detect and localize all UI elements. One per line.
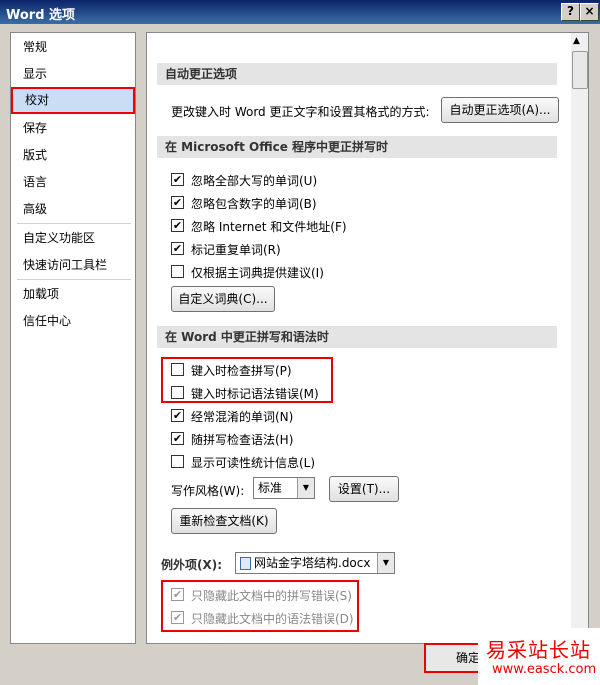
checkbox-ignore-internet[interactable]: ✔ [171, 219, 184, 232]
option-confused-words: 经常混淆的单词(N) [191, 410, 294, 424]
sidebar-item-display[interactable]: 显示 [11, 62, 135, 86]
option-grammar-with-spelling: 随拼写检查语法(H) [191, 433, 294, 447]
checkbox-ignore-numbers[interactable]: ✔ [171, 196, 184, 209]
option-ignore-numbers: 忽略包含数字的单词(B) [191, 197, 317, 211]
option-check-spelling: 键入时检查拼写(P) [191, 364, 292, 378]
close-button[interactable]: × [580, 3, 599, 21]
chevron-down-icon: ▼ [297, 478, 314, 498]
checkbox-check-spelling[interactable] [171, 363, 184, 376]
exceptions-label: 例外项(X): [161, 558, 223, 572]
sidebar-item-layout[interactable]: 版式 [11, 143, 135, 167]
writing-style-value: 标准 [258, 481, 283, 495]
watermark-cn: 易采站长站 [486, 638, 591, 662]
checkbox-confused-words[interactable]: ✔ [171, 409, 184, 422]
sidebar-divider [17, 279, 131, 280]
writing-style-label: 写作风格(W): [171, 484, 245, 498]
sidebar-item-customize-ribbon[interactable]: 自定义功能区 [11, 226, 135, 250]
sidebar-item-save[interactable]: 保存 [11, 116, 135, 140]
option-readability-stats: 显示可读性统计信息(L) [191, 456, 316, 470]
option-hide-spelling-errors: 只隐藏此文档中的拼写错误(S) [191, 589, 352, 603]
recheck-document-button[interactable]: 重新检查文档(K) [171, 508, 277, 534]
help-button[interactable]: ? [561, 3, 580, 21]
sidebar-item-trust-center[interactable]: 信任中心 [11, 309, 135, 333]
check-icon: ✔ [172, 196, 183, 209]
proofing-panel: 自动更正选项 更改键入时 Word 更正文字和设置其格式的方式: 自动更正选项(… [146, 32, 573, 644]
option-mark-grammar: 键入时标记语法错误(M) [191, 387, 319, 401]
sidebar-item-advanced[interactable]: 高级 [11, 197, 135, 221]
sidebar-item-proofing[interactable]: 校对 [11, 87, 135, 114]
checkbox-ignore-uppercase[interactable]: ✔ [171, 173, 184, 186]
scroll-up-icon[interactable]: ▲ [573, 36, 580, 46]
checkbox-flag-repeated[interactable]: ✔ [171, 242, 184, 255]
option-ignore-internet: 忽略 Internet 和文件地址(F) [191, 220, 347, 234]
option-ignore-uppercase: 忽略全部大写的单词(U) [191, 174, 318, 188]
check-icon: ✔ [172, 173, 183, 186]
checkbox-main-dictionary-only[interactable] [171, 265, 184, 278]
sidebar-item-addins[interactable]: 加载项 [11, 282, 135, 306]
checkbox-readability-stats[interactable] [171, 455, 184, 468]
writing-style-select[interactable]: 标准 ▼ [253, 477, 315, 499]
autocorrect-description: 更改键入时 Word 更正文字和设置其格式的方式: [171, 105, 430, 119]
document-icon [240, 557, 251, 570]
option-main-dictionary-only: 仅根据主词典提供建议(I) [191, 266, 324, 280]
check-icon: ✔ [172, 588, 183, 601]
checkbox-hide-grammar-errors[interactable]: ✔ [171, 611, 184, 624]
check-icon: ✔ [172, 242, 183, 255]
site-watermark: 易采站长站 www.easck.com [478, 628, 600, 685]
custom-dictionaries-button[interactable]: 自定义词典(C)... [171, 286, 275, 312]
option-hide-grammar-errors: 只隐藏此文档中的语法错误(D) [191, 612, 354, 626]
check-icon: ✔ [172, 432, 183, 445]
sidebar-item-quick-access[interactable]: 快速访问工具栏 [11, 253, 135, 277]
vertical-scrollbar[interactable]: ▲ ▼ [571, 32, 589, 644]
checkbox-hide-spelling-errors[interactable]: ✔ [171, 588, 184, 601]
category-sidebar: 常规 显示 校对 保存 版式 语言 高级 自定义功能区 快速访问工具栏 加载项 … [10, 32, 136, 644]
exceptions-document-value: 网站金字塔结构.docx [254, 556, 371, 570]
section-header-word-spelling: 在 Word 中更正拼写和语法时 [157, 326, 557, 348]
sidebar-item-language[interactable]: 语言 [11, 170, 135, 194]
window-title: Word 选项 [6, 8, 76, 23]
chevron-down-icon: ▼ [377, 553, 394, 573]
title-bar: Word 选项 ? × [0, 0, 600, 24]
checkbox-mark-grammar[interactable] [171, 386, 184, 399]
check-icon: ✔ [172, 611, 183, 624]
sidebar-divider [17, 223, 131, 224]
checkbox-grammar-with-spelling[interactable]: ✔ [171, 432, 184, 445]
section-header-autocorrect: 自动更正选项 [157, 63, 557, 85]
watermark-url: www.easck.com [492, 662, 597, 677]
scrollbar-thumb[interactable] [572, 51, 588, 89]
exceptions-document-select[interactable]: 网站金字塔结构.docx ▼ [235, 552, 395, 574]
check-icon: ✔ [172, 219, 183, 232]
option-flag-repeated: 标记重复单词(R) [191, 243, 281, 257]
autocorrect-options-button[interactable]: 自动更正选项(A)... [441, 97, 559, 123]
section-header-office-spelling: 在 Microsoft Office 程序中更正拼写时 [157, 136, 557, 158]
sidebar-item-general[interactable]: 常规 [11, 35, 135, 59]
check-icon: ✔ [172, 409, 183, 422]
settings-button[interactable]: 设置(T)... [329, 476, 399, 502]
